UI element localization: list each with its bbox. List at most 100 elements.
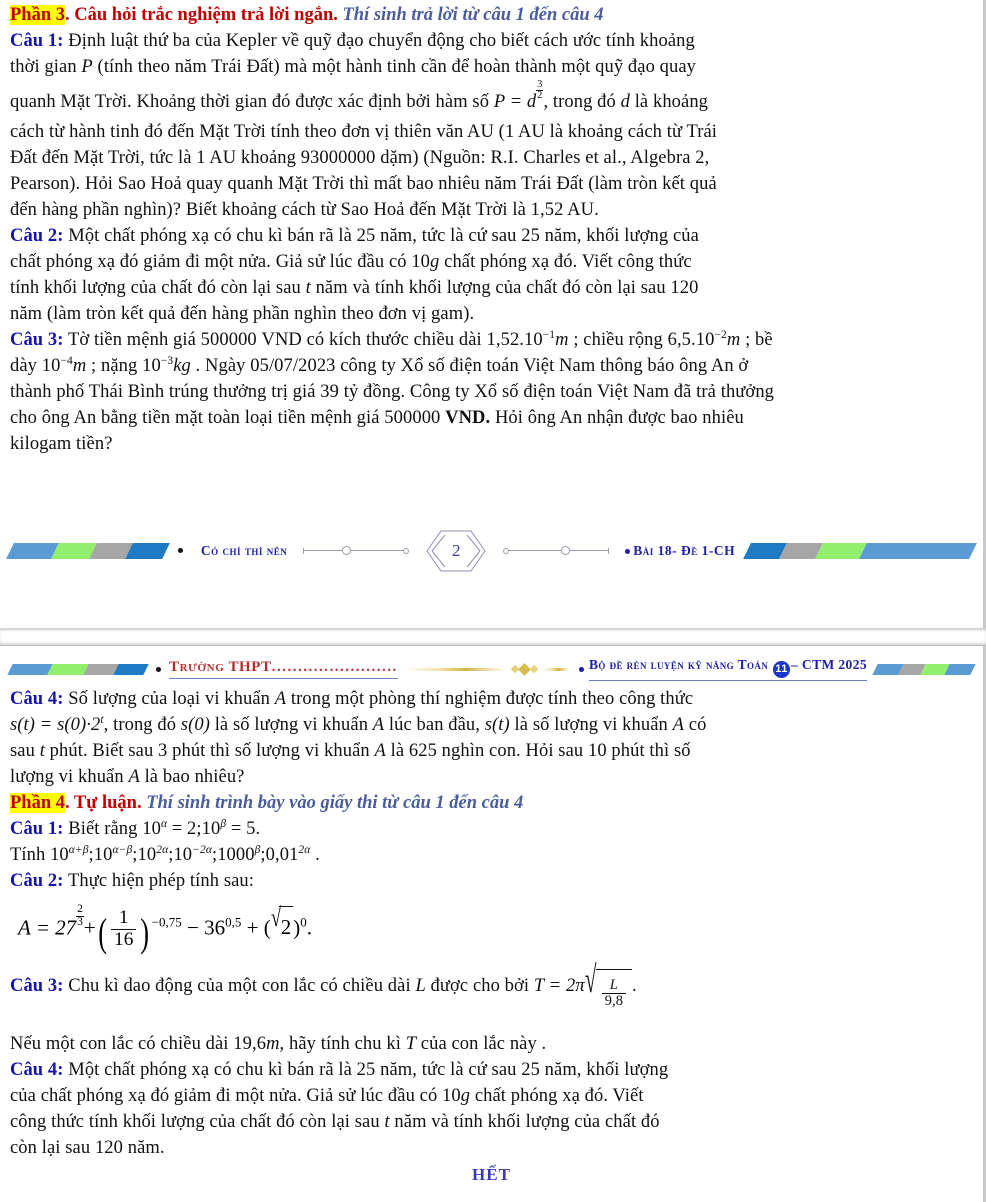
q2-text-3a: tính khối lượng của chất đó còn lại sau <box>10 277 306 298</box>
band-seg-blue2 <box>944 663 976 675</box>
q4-text-2c: lúc ban đầu, <box>384 715 485 735</box>
q4-st: s(t) <box>484 715 510 735</box>
p4q1-e3: 2α <box>156 843 169 856</box>
q4-s0: s(0) <box>180 715 210 735</box>
formula-plus2: + ( <box>246 915 271 940</box>
p4q3-frac-den: 9,8 <box>604 993 624 1010</box>
question-3-block: Câu 3: Tờ tiền mệnh giá 500000 VND có kí… <box>10 327 973 457</box>
p4q3-frac-num: L <box>601 977 627 995</box>
header-gold-rule <box>403 667 506 671</box>
q3-line-3: thành phố Thái Bình trúng thưởng trị giá… <box>10 379 973 405</box>
header-bullet-blue-icon <box>578 666 584 672</box>
school-name-group: Trường THPT........................ <box>169 659 398 679</box>
connector-line <box>509 550 562 552</box>
formula-exp1-num: 2 <box>76 903 84 917</box>
q1-text-3a: quanh Mặt Trời. Khoảng thời gian đó được… <box>10 91 494 112</box>
p4q4-line-3: công thức tính khối lượng của chất đó cò… <box>10 1109 973 1135</box>
q3-exp-3: −4 <box>60 354 73 367</box>
p4q3-fraction: L9,8 <box>601 977 627 1010</box>
p4q4-text-2b: chất phóng xạ đó. Viết <box>470 1085 644 1106</box>
p4q3-radical: L9,8 <box>585 968 633 1017</box>
q1-line-1: Câu 1: Định luật thứ ba của Kepler về qu… <box>10 28 973 54</box>
q2-line-1: Câu 2: Một chất phóng xạ có chu kì bán r… <box>10 223 973 249</box>
q4-text-2b: là số lượng vi khuẩn <box>209 715 373 735</box>
p4q1-text-1b: = 2;10 <box>167 819 221 839</box>
footer-left-decoration <box>6 542 170 559</box>
formula-exp-2: −0,75 <box>151 914 182 930</box>
p4q4-text-1: Một chất phóng xạ có chu kì bán rã là 25… <box>63 1059 669 1080</box>
q4-label: Câu 4: <box>10 689 64 709</box>
section-4-title: Tự luận. <box>69 793 142 813</box>
header-right-decoration <box>872 663 976 675</box>
formula-fraction: 1 16 <box>111 907 137 951</box>
formula-exp-1: 23 <box>76 903 84 928</box>
p4q4-text-3a: công thức tính khối lượng của chất đó cò… <box>10 1111 385 1132</box>
section-3-heading: Phần 3. Câu hỏi trắc nghiệm trả lời ngắn… <box>10 2 973 28</box>
formula-radicand: 2 <box>278 906 294 947</box>
q4-line-2: s(t) = s(0)·2t, trong đó s(0) là số lượn… <box>10 712 973 738</box>
q1-line-3: quanh Mặt Trời. Khoảng thời gian đó được… <box>10 79 973 119</box>
p4q3-text-2b: , hãy tính chu kì <box>279 1033 406 1054</box>
q4-var-a2: A <box>372 715 385 735</box>
formula-exp1-den: 3 <box>77 915 83 928</box>
footer-left-text: Có chí thì nên <box>200 542 288 558</box>
q4-text-1a: Số lượng của loại vi khuẩn <box>63 689 275 709</box>
q4-text-2d: là số lượng vi khuẩn <box>509 715 673 735</box>
q2-text-1: Một chất phóng xạ có chu kì bán rã là 25… <box>63 225 699 246</box>
school-label: Trường THPT <box>169 659 272 675</box>
p4q1-text-2g: . <box>310 845 320 865</box>
q1-line-2: thời gian P (tính theo năm Trái Đất) mà … <box>10 54 973 80</box>
p4q1-e6: 2α <box>298 843 311 856</box>
series-badge: 11 <box>773 660 790 678</box>
header-left-decoration <box>7 663 149 675</box>
q4-text-4b: là bao nhiêu? <box>139 767 245 787</box>
q3-text-1d: ; bề <box>740 329 773 350</box>
q3-exp-1: −1 <box>542 328 556 341</box>
page-one: Phần 3. Câu hỏi trắc nghiệm trả lời ngắn… <box>0 0 986 628</box>
p4-question-4-block: Câu 4: Một chất phóng xạ có chu kì bán r… <box>10 1057 973 1161</box>
q1-var-d: d <box>620 91 630 112</box>
q3-unit-2: m <box>726 329 741 350</box>
footer-right-text: Bài 18- Đề 1-CH <box>633 542 736 558</box>
p4-question-3-block: Câu 3: Chu kì dao động của một con lắc c… <box>10 963 973 1057</box>
p4q3-text-1b: được cho bởi <box>425 975 534 996</box>
p4q2-formula: A = 2723+(116)−0,75 − 360,5 + (2)0. <box>18 903 973 956</box>
formula-period: . <box>306 915 313 940</box>
p4q4-line-2: của chất phóng xạ đó giảm đi một nửa. Gi… <box>10 1083 973 1109</box>
q1-var-p: P <box>81 57 93 77</box>
q4-line-1: Câu 4: Số lượng của loại vi khuẩn A tron… <box>10 686 973 712</box>
q2-text-2a: chất phóng xạ đó giảm đi một nửa. Giả sử… <box>10 251 431 272</box>
q4-line-3: sau t phút. Biết sau 3 phút thì số lượng… <box>10 738 973 764</box>
footer-center-group: Có chí thì nên 2 Bài 18- Đề 1-CH <box>166 529 747 573</box>
q1-text-3b: , trong đó <box>543 91 621 112</box>
q1-line-5: Đất đến Mặt Trời, tức là 1 AU khoảng 930… <box>10 147 710 168</box>
p4q1-text-1a: Biết rằng 10 <box>63 819 161 839</box>
q2-line-3: tính khối lượng của chất đó còn lại sau … <box>10 275 973 301</box>
p4q1-text-2e: ;1000 <box>211 845 255 865</box>
q3-label: Câu 3: <box>10 329 64 350</box>
p4q4-line-4: còn lại sau 120 năm. <box>10 1137 165 1158</box>
q3-text-3b: tỷ đồng. Công ty Xổ số điện toán Việt Na… <box>339 381 775 402</box>
q4-text-3a: sau <box>10 741 40 761</box>
q3-line-2: dày 10−4m ; nặng 10−3kg . Ngày 05/07/202… <box>10 353 973 379</box>
p4q1-line-2: Tính 10α+β;10α−β;102α;10−2α;1000β;0,012α… <box>10 842 973 868</box>
formula-close-paren: ) <box>140 910 150 956</box>
series-suffix: – CTM 2025 <box>791 657 867 673</box>
p4q3-radicand: L9,8 <box>595 968 633 1017</box>
series-title-group: Bộ đề rèn luyện kỹ năng Toán 11– CTM 202… <box>588 657 867 681</box>
q2-line-2: chất phóng xạ đó giảm đi một nửa. Giả sử… <box>10 249 973 275</box>
page-separator <box>0 628 986 646</box>
section-4-label: Phần 4 <box>10 793 66 813</box>
formula-minus: − 36 <box>187 915 226 940</box>
header-bullet-icon <box>156 666 161 672</box>
formula-lhs: A = 27 <box>18 915 77 940</box>
q4-formula: s(t) = s(0)·2 <box>10 715 101 735</box>
page-one-footer: Có chí thì nên 2 Bài 18- Đề 1-CH <box>6 529 977 573</box>
q2-label: Câu 2: <box>10 225 64 246</box>
p4q2-label: Câu 2: <box>10 871 64 891</box>
p4q1-e1: α+β <box>68 843 89 856</box>
document-root: Phần 3. Câu hỏi trắc nghiệm trả lời ngắn… <box>0 0 986 1202</box>
q3-line-1: Câu 3: Tờ tiền mệnh giá 500000 VND có kí… <box>10 327 973 353</box>
end-marker: HẾT <box>472 1164 511 1184</box>
p4q3-var-t: T <box>405 1033 417 1054</box>
